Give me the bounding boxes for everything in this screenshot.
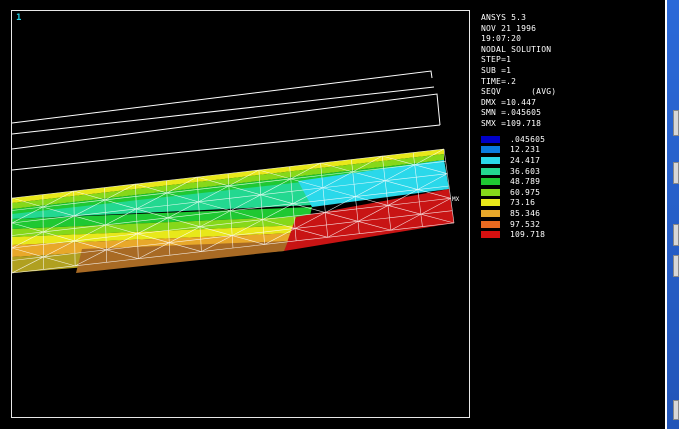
legend-value: 85.346	[510, 208, 541, 218]
legend-value: 60.975	[510, 187, 541, 197]
legend-value: 24.417	[510, 155, 541, 165]
legend-entry: 73.16	[481, 198, 545, 209]
side-control-2[interactable]	[673, 162, 679, 184]
legend-swatch	[481, 156, 500, 164]
max-marker: MX	[452, 196, 460, 203]
info-line: NOV 21 1996	[481, 23, 537, 33]
plot-info-panel: ANSYS 5.3 NOV 21 1996 19:07:20 NODAL SOLUTI…	[481, 13, 556, 130]
legend-value: 48.789	[510, 177, 541, 187]
legend-entry: 60.975	[481, 187, 545, 198]
info-line: STEP=1	[481, 55, 512, 65]
legend-swatch	[481, 231, 500, 239]
legend-value: 36.603	[510, 166, 541, 176]
info-line: NODAL SOLUTION	[481, 44, 552, 54]
info-line: 19:07:20	[481, 34, 522, 44]
info-line: SEQV (AVG)	[481, 87, 557, 97]
legend-swatch	[481, 220, 500, 228]
side-control-1[interactable]	[673, 110, 679, 136]
side-control-5[interactable]	[673, 400, 679, 420]
legend-value: 109.718	[510, 230, 546, 240]
legend-entry: 12.231	[481, 145, 545, 156]
legend-swatch	[481, 167, 500, 175]
legend-swatch	[481, 188, 500, 196]
legend-entry: 97.532	[481, 219, 545, 230]
legend-value: 12.231	[510, 145, 541, 155]
legend-value: 97.532	[510, 219, 541, 229]
graphics-viewport[interactable]: 1	[11, 10, 470, 418]
legend-value: .045605	[510, 134, 546, 144]
info-line: TIME=.2	[481, 76, 517, 86]
undeformed-outline	[12, 70, 441, 171]
info-line: SUB =1	[481, 65, 512, 75]
legend-swatch	[481, 178, 500, 186]
desktop-background	[667, 0, 679, 429]
legend-swatch	[481, 146, 500, 154]
info-line: SMN =.045605	[481, 108, 542, 118]
side-control-4[interactable]	[673, 255, 679, 277]
legend-swatch	[481, 135, 500, 143]
info-line: SMX =109.718	[481, 118, 542, 128]
legend-entry: .045605	[481, 134, 545, 145]
info-line: ANSYS 5.3	[481, 13, 527, 22]
legend-value: 73.16	[510, 198, 536, 208]
legend-entry: 24.417	[481, 155, 545, 166]
legend-entry: 85.346	[481, 208, 545, 219]
contour-legend: .045605 12.231 24.417 36.603 48.789 60.975 73.…	[481, 134, 545, 240]
legend-entry: 48.789	[481, 176, 545, 187]
legend-entry: 109.718	[481, 229, 545, 240]
legend-swatch	[481, 199, 500, 207]
side-control-3[interactable]	[673, 224, 679, 246]
info-line: DMX =10.447	[481, 97, 537, 107]
stress-contour-plot	[12, 70, 455, 274]
legend-swatch	[481, 209, 500, 217]
contour-bands	[12, 149, 454, 273]
legend-entry: 36.603	[481, 166, 545, 177]
